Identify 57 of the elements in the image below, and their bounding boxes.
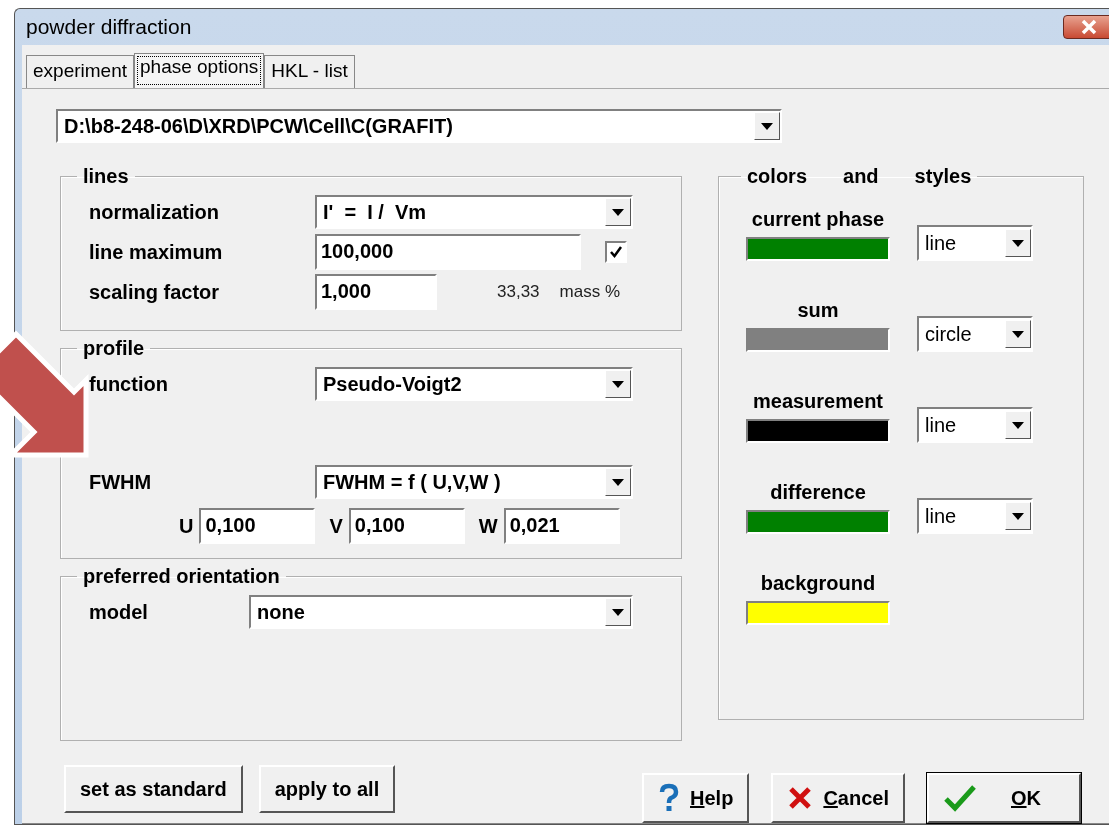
input-field[interactable]: 100,000: [315, 234, 581, 270]
series-label: sum: [797, 299, 839, 322]
group-title: preferred orientation: [82, 565, 281, 588]
cancel-button[interactable]: Cancel: [771, 773, 905, 823]
field-label: FWHM: [89, 470, 153, 494]
mass-value: 33,33: [497, 282, 540, 302]
input-field[interactable]: 0,021: [503, 508, 620, 544]
file-dropdown[interactable]: D:\b8-248-06\D\XRD\PCW\Cell\C(GRAFIT): [56, 109, 782, 143]
color-swatch[interactable]: [746, 237, 890, 261]
close-icon: [1080, 19, 1098, 35]
input-field[interactable]: 1,000: [315, 274, 437, 310]
checkmark-icon: [943, 784, 977, 812]
color-swatch[interactable]: [746, 419, 890, 443]
tab[interactable]: experiment: [26, 55, 134, 88]
checkbox[interactable]: [605, 241, 627, 263]
dialog-button[interactable]: set as standard: [64, 765, 243, 813]
model-dropdown[interactable]: none: [249, 595, 633, 629]
series-label: current phase: [751, 208, 885, 231]
field-label: V: [329, 514, 343, 538]
field-label: line maximum: [89, 240, 224, 264]
normalization-dropdown[interactable]: I' = I / Vm: [315, 195, 633, 229]
style-dropdown[interactable]: line: [917, 225, 1033, 261]
color-swatch[interactable]: [746, 328, 890, 352]
group-title: profile: [82, 337, 146, 360]
tab[interactable]: HKL - list: [264, 55, 355, 88]
field-label: U: [179, 514, 194, 538]
style-dropdown[interactable]: circle: [917, 316, 1033, 352]
question-mark-icon: [658, 783, 681, 813]
cross-icon: [787, 785, 814, 811]
series-label: background: [760, 572, 876, 595]
input-field[interactable]: 0,100: [199, 508, 316, 544]
field-label: scaling factor: [89, 280, 221, 304]
field-label: function: [89, 372, 169, 396]
field-label: normalization: [89, 200, 220, 224]
group-title: and: [843, 165, 879, 188]
style-dropdown[interactable]: line: [917, 498, 1033, 534]
series-label: measurement: [752, 390, 884, 413]
fwhm-dropdown[interactable]: FWHM = f ( U,V,W ): [315, 465, 633, 499]
function-dropdown[interactable]: Pseudo-Voigt2: [315, 367, 633, 401]
tab[interactable]: phase options: [134, 53, 265, 88]
color-swatch[interactable]: [746, 510, 890, 534]
input-field[interactable]: 0,100: [348, 508, 465, 544]
series-label: difference: [770, 481, 866, 504]
help-button[interactable]: Help: [642, 773, 750, 823]
group-title: lines: [82, 165, 130, 188]
close-button[interactable]: [1063, 15, 1109, 39]
style-dropdown[interactable]: line: [917, 407, 1033, 443]
window-title: powder diffraction: [25, 15, 192, 39]
field-label: model: [89, 600, 149, 624]
group-title: colors: [747, 165, 808, 188]
check-icon: [609, 245, 623, 259]
dialog-button[interactable]: apply to all: [258, 765, 396, 813]
unit-label: mass %: [559, 282, 620, 302]
group-title: styles: [914, 165, 972, 188]
ok-button[interactable]: OK: [927, 773, 1081, 823]
color-swatch[interactable]: [746, 601, 890, 625]
field-label: W: [478, 514, 498, 538]
